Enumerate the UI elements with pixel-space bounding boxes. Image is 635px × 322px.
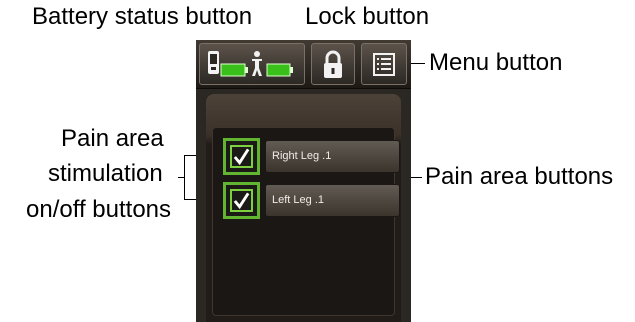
battery-status-icons <box>208 51 293 77</box>
lock-callout: Lock button <box>305 3 430 30</box>
person-battery-icon <box>252 51 293 77</box>
top-bar <box>196 40 411 89</box>
stim-bracket-tick <box>178 177 185 178</box>
menu-list-icon <box>373 53 395 76</box>
device-screen: Right Leg .1 Left Leg .1 <box>196 40 411 322</box>
lock-button[interactable] <box>311 43 355 85</box>
stimulation-callout-line1: Pain area <box>61 125 164 152</box>
remote-battery-icon <box>208 51 248 77</box>
menu-callout: Menu button <box>429 49 563 76</box>
checkmark-icon <box>233 192 250 209</box>
stimulation-callout-line2: stimulation <box>48 160 163 187</box>
lock-icon <box>324 50 342 78</box>
stimulation-callout-line3: on/off buttons <box>26 196 172 223</box>
battery-status-button[interactable] <box>199 43 305 85</box>
pain-area-panel: Right Leg .1 Left Leg .1 <box>206 94 401 322</box>
pain-area-buttons-callout: Pain area buttons <box>425 163 614 190</box>
stimulation-toggle-right-leg[interactable] <box>223 138 260 175</box>
battery-status-callout: Battery status button <box>32 3 253 30</box>
stimulation-toggle-left-leg[interactable] <box>223 182 260 219</box>
pain-area-button-left-leg[interactable]: Left Leg .1 <box>265 184 400 217</box>
checkmark-icon <box>233 148 250 165</box>
pain-area-button-right-leg[interactable]: Right Leg .1 <box>265 140 400 173</box>
menu-button[interactable] <box>361 43 407 85</box>
